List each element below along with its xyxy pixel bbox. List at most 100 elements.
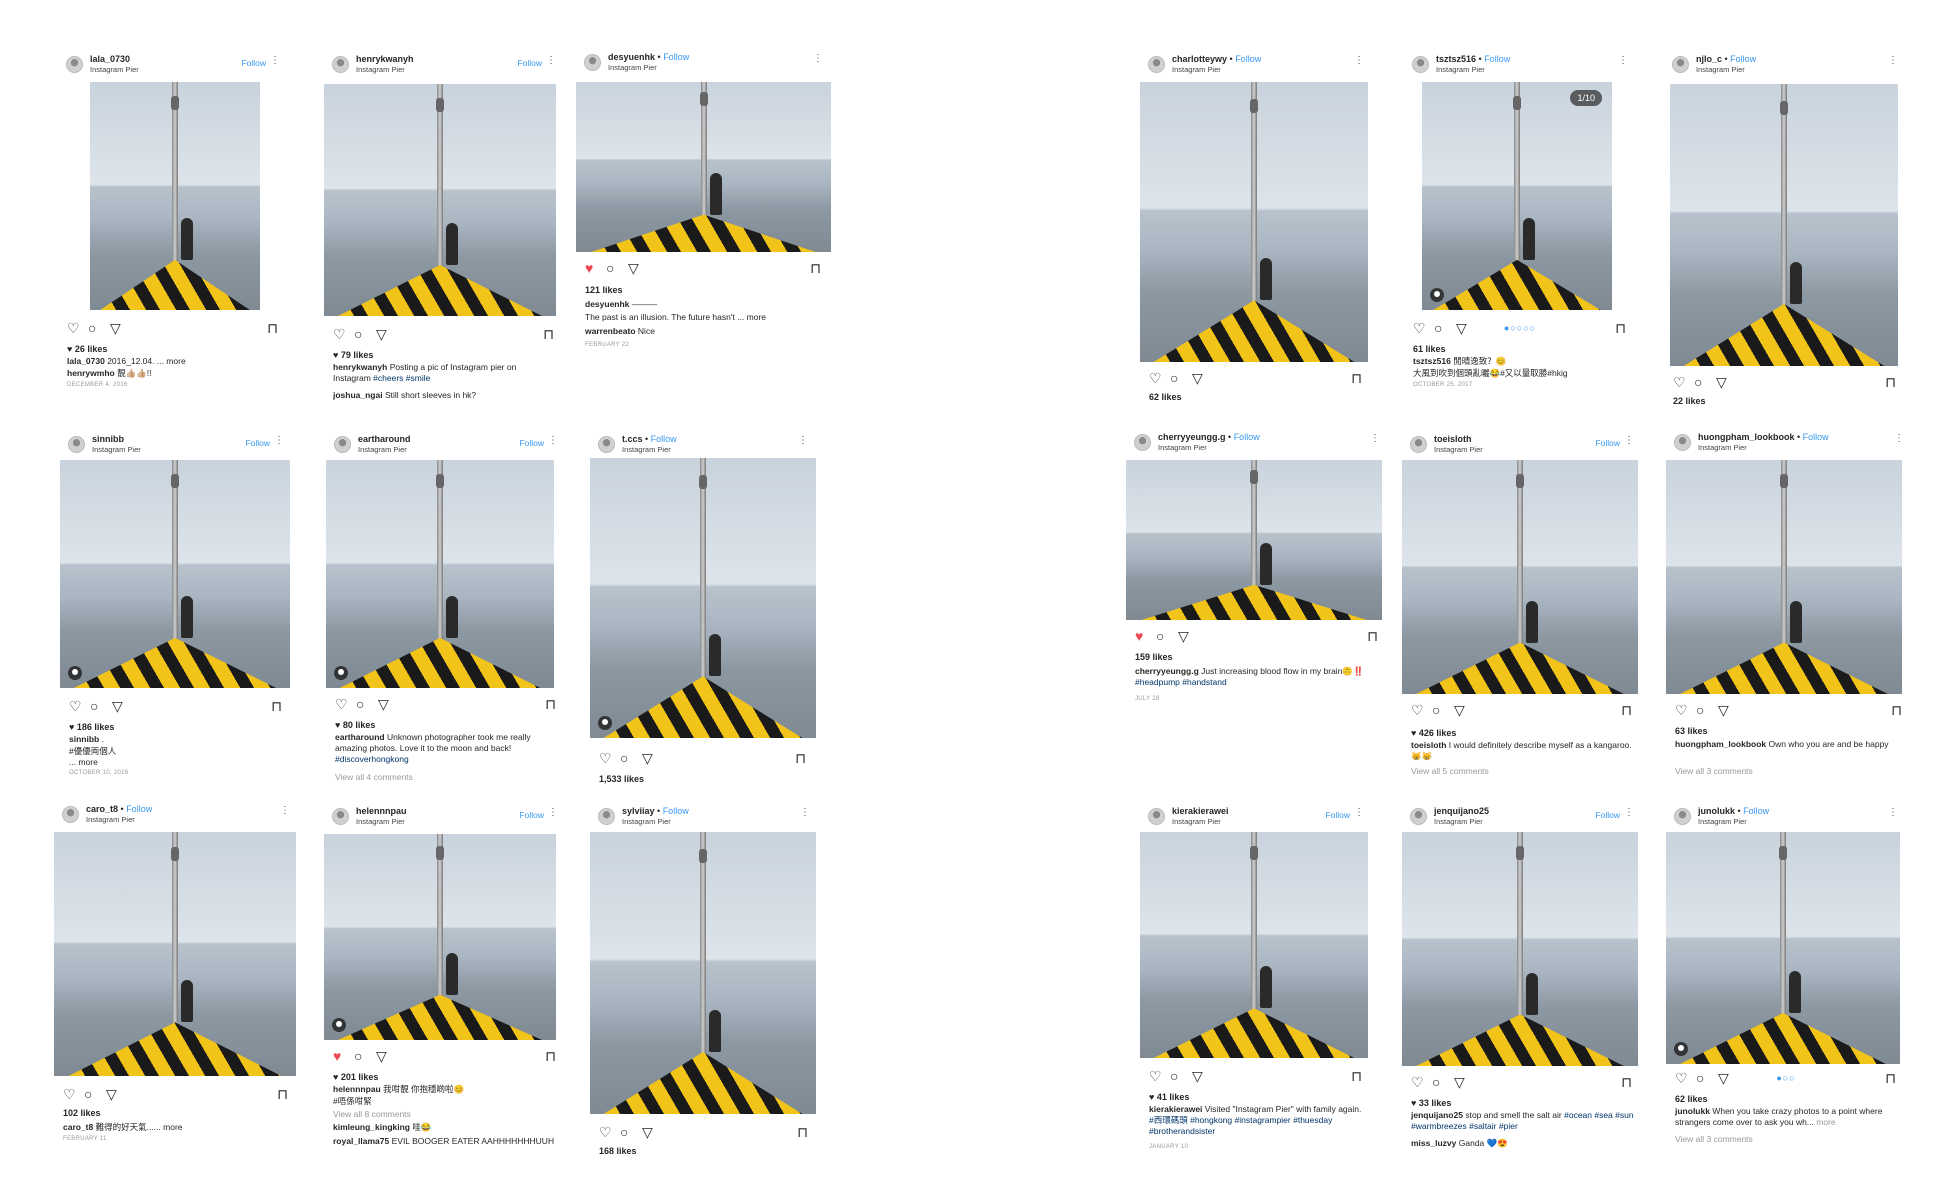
comment-username[interactable]: henrywmho <box>67 368 115 378</box>
location[interactable]: Instagram Pier <box>1172 65 1221 74</box>
more-options-icon[interactable]: ⋮ <box>813 53 823 64</box>
post-photo[interactable] <box>1670 84 1898 366</box>
likes-count[interactable]: ♥ 26 likes <box>67 344 107 354</box>
share-icon[interactable]: ▽ <box>378 696 389 712</box>
follow-button[interactable]: Follow <box>651 434 677 444</box>
location[interactable]: Instagram Pier <box>608 63 657 72</box>
location[interactable]: Instagram Pier <box>622 445 671 454</box>
username[interactable]: cherryyeungg.g <box>1158 432 1226 442</box>
bookmark-icon[interactable]: ⊓ <box>1621 1074 1632 1090</box>
hashtags[interactable]: #優優両個人 <box>69 746 116 756</box>
more-link[interactable]: ... more <box>737 312 766 322</box>
bookmark-icon[interactable]: ⊓ <box>543 326 554 342</box>
username[interactable]: kierakierawei <box>1172 806 1229 816</box>
comment-icon[interactable]: ○ <box>356 696 364 712</box>
hashtags[interactable]: #西環碼頭 #hongkong #instagrampier #thuesday… <box>1149 1115 1332 1136</box>
location[interactable]: Instagram Pier <box>1698 817 1747 826</box>
location[interactable]: Instagram Pier <box>1696 65 1745 74</box>
username[interactable]: eartharound <box>358 434 411 444</box>
likes-count[interactable]: 22 likes <box>1673 396 1706 406</box>
more-link[interactable]: ... more <box>157 356 186 366</box>
tagged-people-icon[interactable] <box>598 716 612 730</box>
share-icon[interactable]: ▽ <box>1192 1068 1203 1084</box>
username[interactable]: sinnibb <box>92 434 124 444</box>
view-comments-link[interactable]: View all 4 comments <box>335 772 558 783</box>
hashtags[interactable]: #唔係咁緊 <box>333 1096 372 1106</box>
avatar[interactable] <box>598 436 615 453</box>
likes-count[interactable]: 62 likes <box>1149 392 1182 402</box>
share-icon[interactable]: ▽ <box>1716 374 1727 390</box>
comment-icon[interactable]: ○ <box>1432 1074 1440 1090</box>
comment-username[interactable]: warrenbeato <box>585 326 636 336</box>
more-link[interactable]: ... more <box>69 757 98 767</box>
more-options-icon[interactable]: ⋮ <box>270 55 280 66</box>
caption-username[interactable]: caro_t8 <box>63 1122 93 1132</box>
comment-icon[interactable]: ○ <box>354 1048 362 1064</box>
username[interactable]: junolukk <box>1698 806 1735 816</box>
post-photo[interactable]: 1/10 <box>1422 82 1612 310</box>
view-comments-link[interactable]: View all 3 comments <box>1675 1134 1898 1145</box>
bookmark-icon[interactable]: ⊓ <box>795 750 806 766</box>
post-photo[interactable] <box>326 460 554 688</box>
username-follow[interactable]: caro_t8 • Follow <box>86 804 152 814</box>
caption-username[interactable]: helennnpau <box>333 1084 381 1094</box>
location[interactable]: Instagram Pier <box>358 445 407 454</box>
bookmark-icon[interactable]: ⊓ <box>1885 374 1896 390</box>
caption-username[interactable]: sinnibb <box>69 734 99 744</box>
follow-button[interactable]: Follow <box>1235 54 1261 64</box>
caption-username[interactable]: tsztsz516 <box>1413 356 1451 366</box>
username[interactable]: sylviiay <box>622 806 655 816</box>
share-icon[interactable]: ▽ <box>1454 702 1465 718</box>
more-options-icon[interactable]: ⋮ <box>1888 55 1898 66</box>
comment-username[interactable]: miss_luzvy <box>1411 1138 1456 1148</box>
more-options-icon[interactable]: ⋮ <box>546 55 556 66</box>
avatar[interactable] <box>332 56 349 73</box>
avatar[interactable] <box>1134 434 1151 451</box>
like-heart-icon[interactable]: ♡ <box>1411 1074 1424 1090</box>
more-options-icon[interactable]: ⋮ <box>1618 55 1628 66</box>
likes-count[interactable]: 121 likes <box>585 285 623 295</box>
more-options-icon[interactable]: ⋮ <box>274 435 284 446</box>
like-heart-icon[interactable]: ♡ <box>1149 370 1162 386</box>
username[interactable]: charlotteywy <box>1172 54 1227 64</box>
avatar[interactable] <box>1148 808 1165 825</box>
location[interactable]: Instagram Pier <box>86 815 135 824</box>
bookmark-icon[interactable]: ⊓ <box>797 1124 808 1140</box>
follow-button[interactable]: Follow <box>663 52 689 62</box>
follow-button[interactable]: Follow <box>1743 806 1769 816</box>
comment-icon[interactable]: ○ <box>90 698 98 714</box>
username[interactable]: helennnpau <box>356 806 407 816</box>
likes-count[interactable]: ♥ 426 likes <box>1411 728 1456 738</box>
like-heart-icon[interactable]: ♡ <box>1675 702 1688 718</box>
location[interactable]: Instagram Pier <box>1698 443 1747 452</box>
avatar[interactable] <box>334 436 351 453</box>
likes-count[interactable]: ♥ 186 likes <box>69 722 114 732</box>
comment-icon[interactable]: ○ <box>1434 320 1442 336</box>
like-heart-icon[interactable]: ♡ <box>599 750 612 766</box>
caption-username[interactable]: toeisloth <box>1411 740 1446 750</box>
username[interactable]: t.ccs <box>622 434 643 444</box>
like-heart-icon[interactable]: ♡ <box>335 696 348 712</box>
caption-username[interactable]: jenquijano25 <box>1411 1110 1463 1120</box>
likes-count[interactable]: 102 likes <box>63 1108 101 1118</box>
comment-icon[interactable]: ○ <box>1432 702 1440 718</box>
more-options-icon[interactable]: ⋮ <box>798 435 808 446</box>
likes-count[interactable]: 61 likes <box>1413 344 1446 354</box>
post-photo[interactable] <box>1666 460 1902 694</box>
comment-icon[interactable]: ○ <box>1694 374 1702 390</box>
comment-icon[interactable]: ○ <box>1696 1070 1704 1086</box>
tagged-people-icon[interactable] <box>1430 288 1444 302</box>
comment-icon[interactable]: ○ <box>354 326 362 342</box>
follow-button[interactable]: Follow <box>1325 810 1350 820</box>
more-options-icon[interactable]: ⋮ <box>1624 435 1634 446</box>
avatar[interactable] <box>1410 808 1427 825</box>
bookmark-icon[interactable]: ⊓ <box>1615 320 1626 336</box>
avatar[interactable] <box>66 56 83 73</box>
comment-icon[interactable]: ○ <box>1696 702 1704 718</box>
username[interactable]: henrykwanyh <box>356 54 414 64</box>
location[interactable]: Instagram Pier <box>90 65 139 74</box>
likes-count[interactable]: 168 likes <box>599 1146 637 1156</box>
username-follow[interactable]: njlo_c • Follow <box>1696 54 1756 64</box>
share-icon[interactable]: ▽ <box>1718 1070 1729 1086</box>
caption-username[interactable]: desyuenhk <box>585 299 629 309</box>
